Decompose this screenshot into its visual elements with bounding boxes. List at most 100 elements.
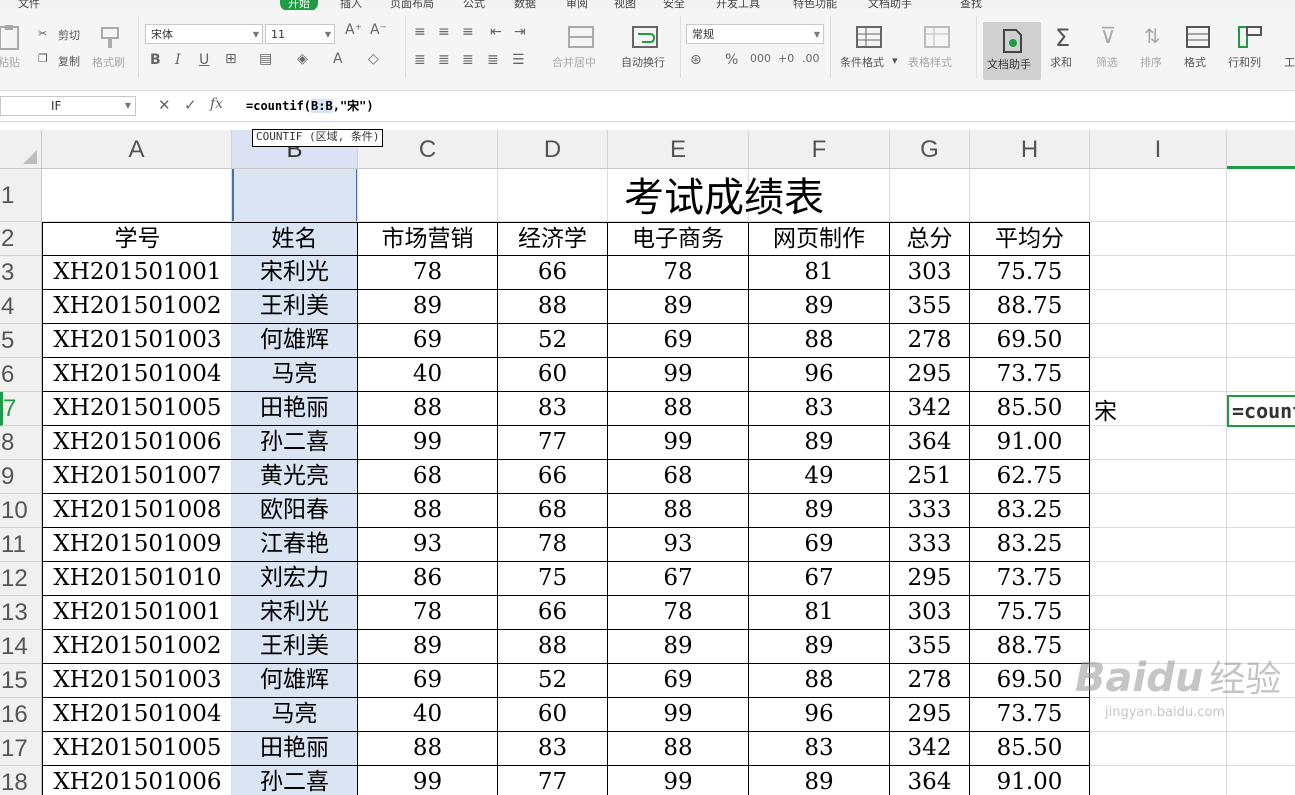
table-cell[interactable]: 孙二喜 bbox=[232, 426, 358, 460]
wrap-text-icon[interactable] bbox=[630, 24, 660, 50]
table-cell[interactable]: 99 bbox=[608, 426, 749, 460]
filter-icon[interactable]: ⊽ bbox=[1100, 24, 1116, 49]
table-cell[interactable]: 342 bbox=[890, 392, 970, 426]
row-header-11[interactable]: 11 bbox=[0, 528, 42, 562]
table-cell[interactable]: 355 bbox=[890, 630, 970, 664]
table-cell[interactable]: 67 bbox=[749, 562, 890, 596]
column-header-j[interactable]: J bbox=[1227, 130, 1295, 169]
table-style-label[interactable]: 表格样式 bbox=[908, 54, 952, 70]
indent-increase-icon[interactable]: ⇥ bbox=[514, 24, 526, 40]
table-cell[interactable]: 何雄辉 bbox=[232, 324, 358, 358]
border-icon[interactable]: ⊞ bbox=[225, 51, 237, 67]
table-cell[interactable]: 40 bbox=[358, 698, 498, 732]
paste-label[interactable]: 粘贴 bbox=[0, 54, 20, 70]
column-header-f[interactable]: F bbox=[749, 130, 890, 169]
row-header-17[interactable]: 17 bbox=[0, 732, 42, 766]
table-cell[interactable]: 86 bbox=[358, 562, 498, 596]
thousands-icon[interactable]: 000 bbox=[750, 52, 771, 65]
table-cell[interactable]: 78 bbox=[358, 596, 498, 630]
table-cell[interactable]: 马亮 bbox=[232, 698, 358, 732]
table-cell[interactable]: 89 bbox=[749, 630, 890, 664]
currency-icon[interactable]: ⊛ bbox=[690, 52, 702, 68]
row-header-7[interactable]: 7 bbox=[0, 392, 42, 426]
table-cell[interactable]: 49 bbox=[749, 460, 890, 494]
format-painter-label[interactable]: 格式刷 bbox=[92, 54, 125, 70]
table-cell[interactable]: 欧阳春 bbox=[232, 494, 358, 528]
table-cell[interactable]: 83 bbox=[749, 392, 890, 426]
table-cell[interactable]: 73.75 bbox=[970, 562, 1090, 596]
table-cell[interactable]: 278 bbox=[890, 324, 970, 358]
table-cell[interactable]: 83.25 bbox=[970, 494, 1090, 528]
table-cell[interactable]: XH201501007 bbox=[42, 460, 233, 494]
table-cell[interactable]: 60 bbox=[498, 358, 608, 392]
table-cell[interactable]: 251 bbox=[890, 460, 970, 494]
table-cell[interactable]: 宋利光 bbox=[232, 596, 358, 630]
conditional-format-icon[interactable] bbox=[854, 24, 884, 50]
table-cell[interactable]: 303 bbox=[890, 256, 970, 290]
font-grow-icon[interactable]: A⁺ bbox=[345, 22, 362, 38]
table-cell[interactable]: 73.75 bbox=[970, 358, 1090, 392]
fill-color-icon[interactable]: ◈ bbox=[297, 51, 308, 67]
confirm-icon[interactable]: ✓ bbox=[184, 96, 197, 114]
table-cell[interactable]: 69 bbox=[608, 324, 749, 358]
font-size-select[interactable]: 11 ▼ bbox=[265, 24, 335, 44]
table-cell[interactable]: 88.75 bbox=[970, 630, 1090, 664]
header-cell[interactable]: 平均分 bbox=[970, 222, 1090, 256]
table-cell[interactable]: 69 bbox=[608, 664, 749, 698]
percent-button[interactable]: % bbox=[725, 52, 738, 68]
conditional-format-label[interactable]: 条件格式 bbox=[840, 54, 884, 70]
table-cell[interactable]: 77 bbox=[498, 766, 608, 795]
table-cell[interactable]: 何雄辉 bbox=[232, 664, 358, 698]
table-cell[interactable]: XH201501002 bbox=[42, 290, 233, 324]
table-cell[interactable]: 78 bbox=[498, 528, 608, 562]
fx-icon[interactable]: fx bbox=[210, 96, 223, 112]
rows-cols-icon[interactable] bbox=[1236, 24, 1266, 50]
cell-i7[interactable]: 宋 bbox=[1094, 396, 1117, 428]
row-header-6[interactable]: 6 bbox=[0, 358, 42, 392]
table-cell[interactable]: 93 bbox=[608, 528, 749, 562]
merge-center-icon[interactable] bbox=[566, 24, 596, 50]
table-style-icon[interactable] bbox=[922, 24, 952, 50]
menu-home[interactable]: 开始 bbox=[280, 0, 318, 10]
cut-button[interactable]: 剪切 bbox=[58, 27, 80, 43]
column-header-i[interactable]: I bbox=[1090, 130, 1227, 169]
table-cell[interactable]: 52 bbox=[498, 664, 608, 698]
table-cell[interactable]: XH201501005 bbox=[42, 732, 233, 766]
table-cell[interactable]: 295 bbox=[890, 698, 970, 732]
sort-icon[interactable]: ⇅ bbox=[1144, 24, 1161, 48]
copy-icon[interactable]: ❐ bbox=[38, 52, 48, 65]
table-cell[interactable]: 88.75 bbox=[970, 290, 1090, 324]
table-cell[interactable]: 60 bbox=[498, 698, 608, 732]
decimal-increase-icon[interactable]: +0 bbox=[778, 52, 794, 65]
formula-input[interactable]: =countif(B:B,"宋") bbox=[238, 96, 1295, 116]
font-color-icon[interactable]: A bbox=[333, 51, 343, 67]
table-cell[interactable]: 333 bbox=[890, 494, 970, 528]
active-cell-j7[interactable]: =countif bbox=[1227, 395, 1295, 427]
table-cell[interactable]: 67 bbox=[608, 562, 749, 596]
row-header-9[interactable]: 9 bbox=[0, 460, 42, 494]
table-cell[interactable]: 宋利光 bbox=[232, 256, 358, 290]
table-cell[interactable]: 88 bbox=[608, 732, 749, 766]
align-middle-icon[interactable]: ≡ bbox=[438, 24, 450, 40]
table-cell[interactable]: 89 bbox=[358, 290, 498, 324]
table-cell[interactable]: 295 bbox=[890, 358, 970, 392]
table-cell[interactable]: 69.50 bbox=[970, 664, 1090, 698]
table-cell[interactable]: 黄光亮 bbox=[232, 460, 358, 494]
format-label[interactable]: 格式 bbox=[1184, 54, 1206, 70]
doc-assistant-button[interactable]: 文档助手 bbox=[983, 22, 1041, 80]
sheet-title[interactable]: 考试成绩表 bbox=[358, 169, 1090, 222]
table-cell[interactable]: XH201501003 bbox=[42, 664, 233, 698]
header-cell[interactable]: 经济学 bbox=[498, 222, 608, 256]
table-cell[interactable]: 40 bbox=[358, 358, 498, 392]
wrap-text-label[interactable]: 自动换行 bbox=[621, 54, 665, 70]
table-cell[interactable]: 孙二喜 bbox=[232, 766, 358, 795]
table-cell[interactable]: 77 bbox=[498, 426, 608, 460]
table-cell[interactable]: XH201501005 bbox=[42, 392, 233, 426]
align-right-icon[interactable]: ≣ bbox=[462, 52, 474, 68]
table-cell[interactable]: 333 bbox=[890, 528, 970, 562]
table-cell[interactable]: 81 bbox=[749, 256, 890, 290]
row-header-15[interactable]: 15 bbox=[0, 664, 42, 698]
table-cell[interactable]: 78 bbox=[608, 596, 749, 630]
table-cell[interactable]: 89 bbox=[749, 766, 890, 795]
table-cell[interactable]: 93 bbox=[358, 528, 498, 562]
